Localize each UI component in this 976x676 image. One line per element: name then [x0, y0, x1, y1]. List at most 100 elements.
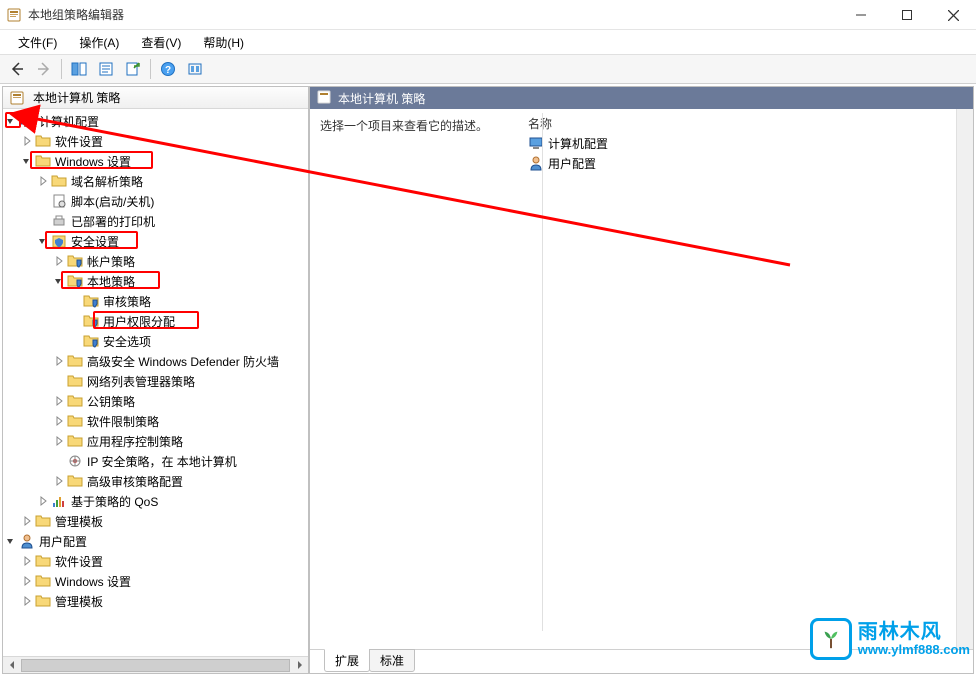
- tree-item-adv-audit-config[interactable]: 高级审核策略配置: [3, 471, 308, 491]
- expand-toggle[interactable]: [19, 155, 35, 167]
- watermark-logo: [810, 618, 852, 660]
- tree-item-software-settings[interactable]: 软件设置: [3, 131, 308, 151]
- expand-toggle[interactable]: [19, 595, 35, 607]
- properties-button[interactable]: [93, 57, 119, 81]
- computer-icon: [19, 113, 35, 129]
- scroll-left-arrow[interactable]: [3, 657, 20, 674]
- tree-item-policy-qos[interactable]: 基于策略的 QoS: [3, 491, 308, 511]
- tree-item-software-settings-user[interactable]: 软件设置: [3, 551, 308, 571]
- window-title: 本地组策略编辑器: [28, 6, 838, 23]
- tree-item-windows-settings-user[interactable]: Windows 设置: [3, 571, 308, 591]
- tree-item-network-list-mgr[interactable]: 网络列表管理器策略: [3, 371, 308, 391]
- column-separator[interactable]: [542, 113, 543, 631]
- menu-file[interactable]: 文件(F): [8, 32, 67, 53]
- tree-item-audit-policy[interactable]: 审核策略: [3, 291, 308, 311]
- tree-item-windows-settings[interactable]: Windows 设置: [3, 151, 308, 171]
- back-button[interactable]: [4, 57, 30, 81]
- close-button[interactable]: [930, 0, 976, 30]
- scroll-thumb[interactable]: [21, 659, 290, 672]
- expand-toggle[interactable]: [51, 255, 67, 267]
- tree-pane: 本地计算机 策略: [2, 86, 309, 674]
- filter-button[interactable]: [182, 57, 208, 81]
- expand-toggle[interactable]: [35, 495, 51, 507]
- folder-icon: [67, 433, 83, 449]
- tree-item-admin-templates-user[interactable]: 管理模板: [3, 591, 308, 611]
- tab-standard[interactable]: 标准: [369, 649, 415, 672]
- column-header-name[interactable]: 名称: [520, 111, 973, 133]
- menu-bar: 文件(F) 操作(A) 查看(V) 帮助(H): [0, 30, 976, 54]
- watermark-text: 雨林木风 www.ylmf888.com: [858, 621, 970, 657]
- tree-item-defender-firewall[interactable]: 高级安全 Windows Defender 防火墙: [3, 351, 308, 371]
- folder-icon: [67, 373, 83, 389]
- tree-item-app-control[interactable]: 应用程序控制策略: [3, 431, 308, 451]
- expand-toggle[interactable]: [3, 535, 19, 547]
- folder-icon: [35, 573, 51, 589]
- main-area: 本地计算机 策略: [0, 84, 976, 676]
- tree-item-software-restrict[interactable]: 软件限制策略: [3, 411, 308, 431]
- list-item-label: 用户配置: [548, 155, 596, 172]
- expand-toggle[interactable]: [51, 475, 67, 487]
- description-column: 选择一个项目来查看它的描述。: [310, 109, 520, 673]
- menu-help[interactable]: 帮助(H): [193, 32, 254, 53]
- folder-icon: [35, 513, 51, 529]
- list-item-user-config[interactable]: 用户配置: [520, 153, 973, 173]
- scroll-right-arrow[interactable]: [291, 657, 308, 674]
- details-header: 本地计算机 策略: [310, 87, 973, 109]
- expand-toggle[interactable]: [35, 235, 51, 247]
- tree-root-label: 本地计算机 策略: [33, 89, 120, 106]
- tree-item-computer-config[interactable]: 计算机配置: [3, 111, 308, 131]
- tab-extended[interactable]: 扩展: [324, 649, 370, 672]
- tree-item-user-rights[interactable]: 用户权限分配: [3, 311, 308, 331]
- tree-item-security-settings[interactable]: 安全设置: [3, 231, 308, 251]
- export-list-button[interactable]: [120, 57, 146, 81]
- expand-toggle[interactable]: [51, 435, 67, 447]
- show-hide-tree-button[interactable]: [66, 57, 92, 81]
- watermark-url: www.ylmf888.com: [858, 643, 970, 657]
- expand-toggle[interactable]: [19, 135, 35, 147]
- expand-toggle[interactable]: [51, 355, 67, 367]
- tree-item-user-config[interactable]: 用户配置: [3, 531, 308, 551]
- user-icon: [19, 533, 35, 549]
- expand-toggle[interactable]: [19, 555, 35, 567]
- tree-item-security-options[interactable]: 安全选项: [3, 331, 308, 351]
- expand-toggle[interactable]: [51, 275, 67, 287]
- tree-item-dns-policy[interactable]: 域名解析策略: [3, 171, 308, 191]
- tree-item-local-policy[interactable]: 本地策略: [3, 271, 308, 291]
- security-icon: [51, 233, 67, 249]
- printer-icon: [51, 213, 67, 229]
- tree-item-scripts[interactable]: 脚本(启动/关机): [3, 191, 308, 211]
- policy-icon: [9, 90, 25, 106]
- expand-toggle[interactable]: [3, 115, 19, 127]
- folder-icon: [67, 413, 83, 429]
- expand-toggle[interactable]: [19, 575, 35, 587]
- script-icon: [51, 193, 67, 209]
- help-button[interactable]: ?: [155, 57, 181, 81]
- tree-item-deployed-printers[interactable]: 已部署的打印机: [3, 211, 308, 231]
- expand-toggle[interactable]: [19, 515, 35, 527]
- folder-shield-icon: [67, 273, 83, 289]
- tree-horizontal-scrollbar[interactable]: [3, 656, 308, 673]
- expand-toggle[interactable]: [51, 395, 67, 407]
- expand-toggle[interactable]: [35, 175, 51, 187]
- minimize-button[interactable]: [838, 0, 884, 30]
- vertical-scrollbar[interactable]: [956, 109, 973, 649]
- tree-item-admin-templates[interactable]: 管理模板: [3, 511, 308, 531]
- folder-icon: [67, 473, 83, 489]
- tree-item-ip-security[interactable]: IP 安全策略，在 本地计算机: [3, 451, 308, 471]
- toolbar-separator: [150, 59, 151, 79]
- menu-view[interactable]: 查看(V): [131, 32, 191, 53]
- tree-header[interactable]: 本地计算机 策略: [3, 87, 308, 109]
- app-icon: [6, 7, 22, 23]
- folder-shield-icon: [83, 293, 99, 309]
- tree-scroll[interactable]: 计算机配置 软件设置 Windows 设置 域名解析策略 脚本(启动/关机): [3, 109, 308, 656]
- folder-icon: [35, 593, 51, 609]
- watermark: 雨林木风 www.ylmf888.com: [810, 618, 970, 660]
- folder-icon: [67, 353, 83, 369]
- list-item-computer-config[interactable]: 计算机配置: [520, 133, 973, 153]
- expand-toggle[interactable]: [51, 415, 67, 427]
- menu-action[interactable]: 操作(A): [69, 32, 129, 53]
- maximize-button[interactable]: [884, 0, 930, 30]
- tree-item-account-policy[interactable]: 帐户策略: [3, 251, 308, 271]
- tree-item-public-key-policy[interactable]: 公钥策略: [3, 391, 308, 411]
- forward-button[interactable]: [31, 57, 57, 81]
